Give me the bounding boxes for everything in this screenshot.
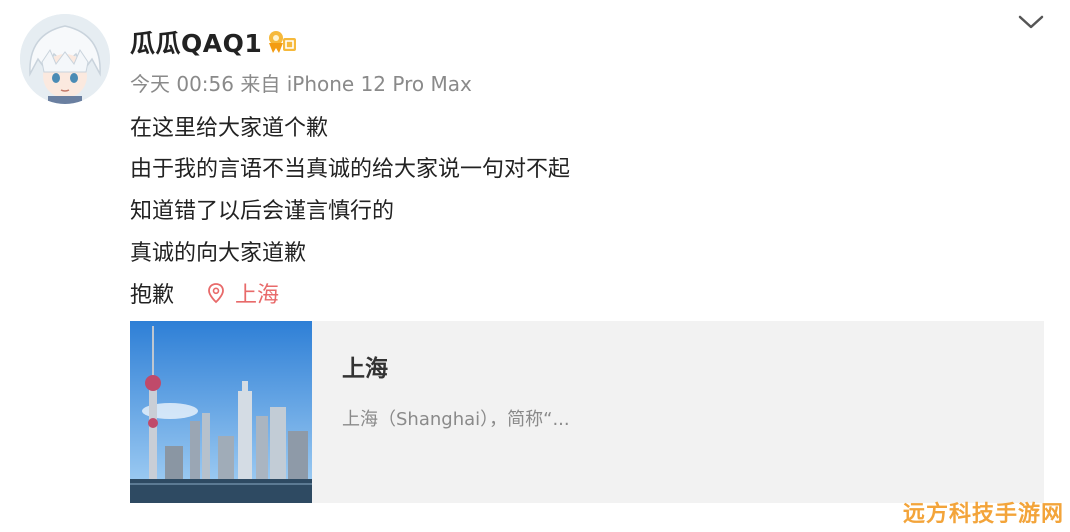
avatar-image — [20, 14, 110, 104]
avatar[interactable] — [20, 14, 110, 104]
location-pin-icon — [208, 283, 224, 304]
post-line: 抱歉 — [130, 283, 175, 308]
watermark: 远方科技手游网 — [902, 502, 1064, 527]
post-line: 在这里给大家道个歉 — [130, 116, 329, 141]
location-link[interactable]: 上海 — [207, 277, 279, 309]
card-title: 上海 — [342, 356, 388, 382]
vip-badge-icon — [265, 29, 297, 55]
post-line: 真诚的向大家道歉 — [130, 241, 307, 266]
city-skyline-image — [130, 321, 312, 503]
chevron-down-icon[interactable] — [1016, 12, 1046, 32]
location-card[interactable]: 上海 上海（Shanghai），简称“... — [130, 321, 1044, 503]
post-line: 知道错了以后会谨言慎行的 — [130, 199, 395, 224]
post-meta: 今天 00:56 来自 iPhone 12 Pro Max — [130, 72, 472, 96]
post-line: 由于我的言语不当真诚的给大家说一句对不起 — [130, 157, 571, 182]
username[interactable]: 瓜瓜QAQ1 — [130, 24, 262, 60]
location-label: 上海 — [235, 283, 280, 308]
card-description: 上海（Shanghai），简称“... — [342, 409, 570, 430]
